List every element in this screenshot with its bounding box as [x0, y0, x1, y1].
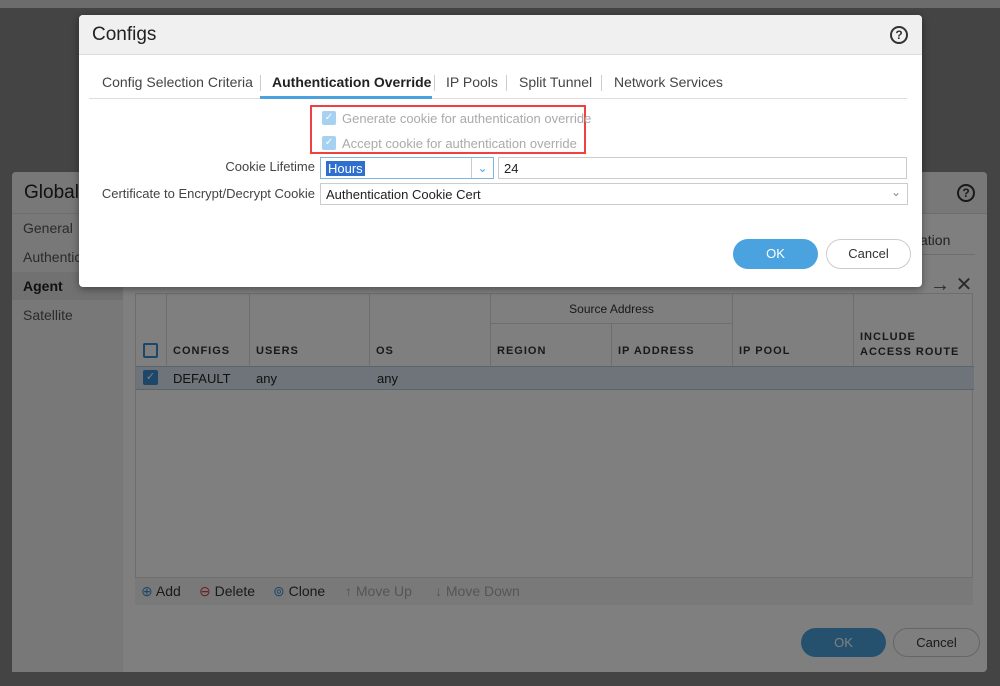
- tab-authentication-override[interactable]: Authentication Override: [272, 74, 431, 90]
- cancel-button[interactable]: Cancel: [826, 239, 911, 269]
- certificate-value: Authentication Cookie Cert: [326, 187, 481, 202]
- dialog-title: Configs: [92, 24, 157, 45]
- tab-separator: [601, 75, 602, 91]
- cookie-lifetime-value-input[interactable]: 24: [498, 157, 907, 179]
- tab-separator: [506, 75, 507, 91]
- accept-cookie-checkbox[interactable]: ✓: [322, 136, 336, 150]
- tab-separator: [434, 75, 435, 91]
- certificate-select[interactable]: Authentication Cookie Cert ⌄: [320, 183, 908, 205]
- tab-divider: [89, 98, 907, 99]
- dialog-header: Configs ?: [79, 15, 922, 55]
- certificate-label: Certificate to Encrypt/Decrypt Cookie: [101, 186, 315, 201]
- generate-cookie-checkbox[interactable]: ✓: [322, 111, 336, 125]
- active-tab-indicator: [260, 96, 432, 99]
- configs-dialog: Configs ? Config Selection Criteria Auth…: [79, 15, 922, 287]
- selected-unit: Hours: [326, 161, 365, 176]
- cookie-lifetime-label: Cookie Lifetime: [225, 159, 315, 174]
- chevron-down-icon: ⌄: [890, 185, 901, 199]
- ok-button[interactable]: OK: [733, 239, 818, 269]
- chevron-down-icon: ⌄: [471, 158, 493, 178]
- tab-split-tunnel[interactable]: Split Tunnel: [519, 74, 592, 90]
- tab-config-selection-criteria[interactable]: Config Selection Criteria: [102, 74, 253, 90]
- help-icon[interactable]: ?: [890, 26, 908, 44]
- cookie-lifetime-unit-select[interactable]: Hours ⌄: [320, 157, 494, 179]
- tab-ip-pools[interactable]: IP Pools: [446, 74, 498, 90]
- accept-cookie-label: Accept cookie for authentication overrid…: [342, 136, 577, 151]
- tab-separator: [260, 75, 261, 91]
- tab-network-services[interactable]: Network Services: [614, 74, 723, 90]
- generate-cookie-label: Generate cookie for authentication overr…: [342, 111, 592, 126]
